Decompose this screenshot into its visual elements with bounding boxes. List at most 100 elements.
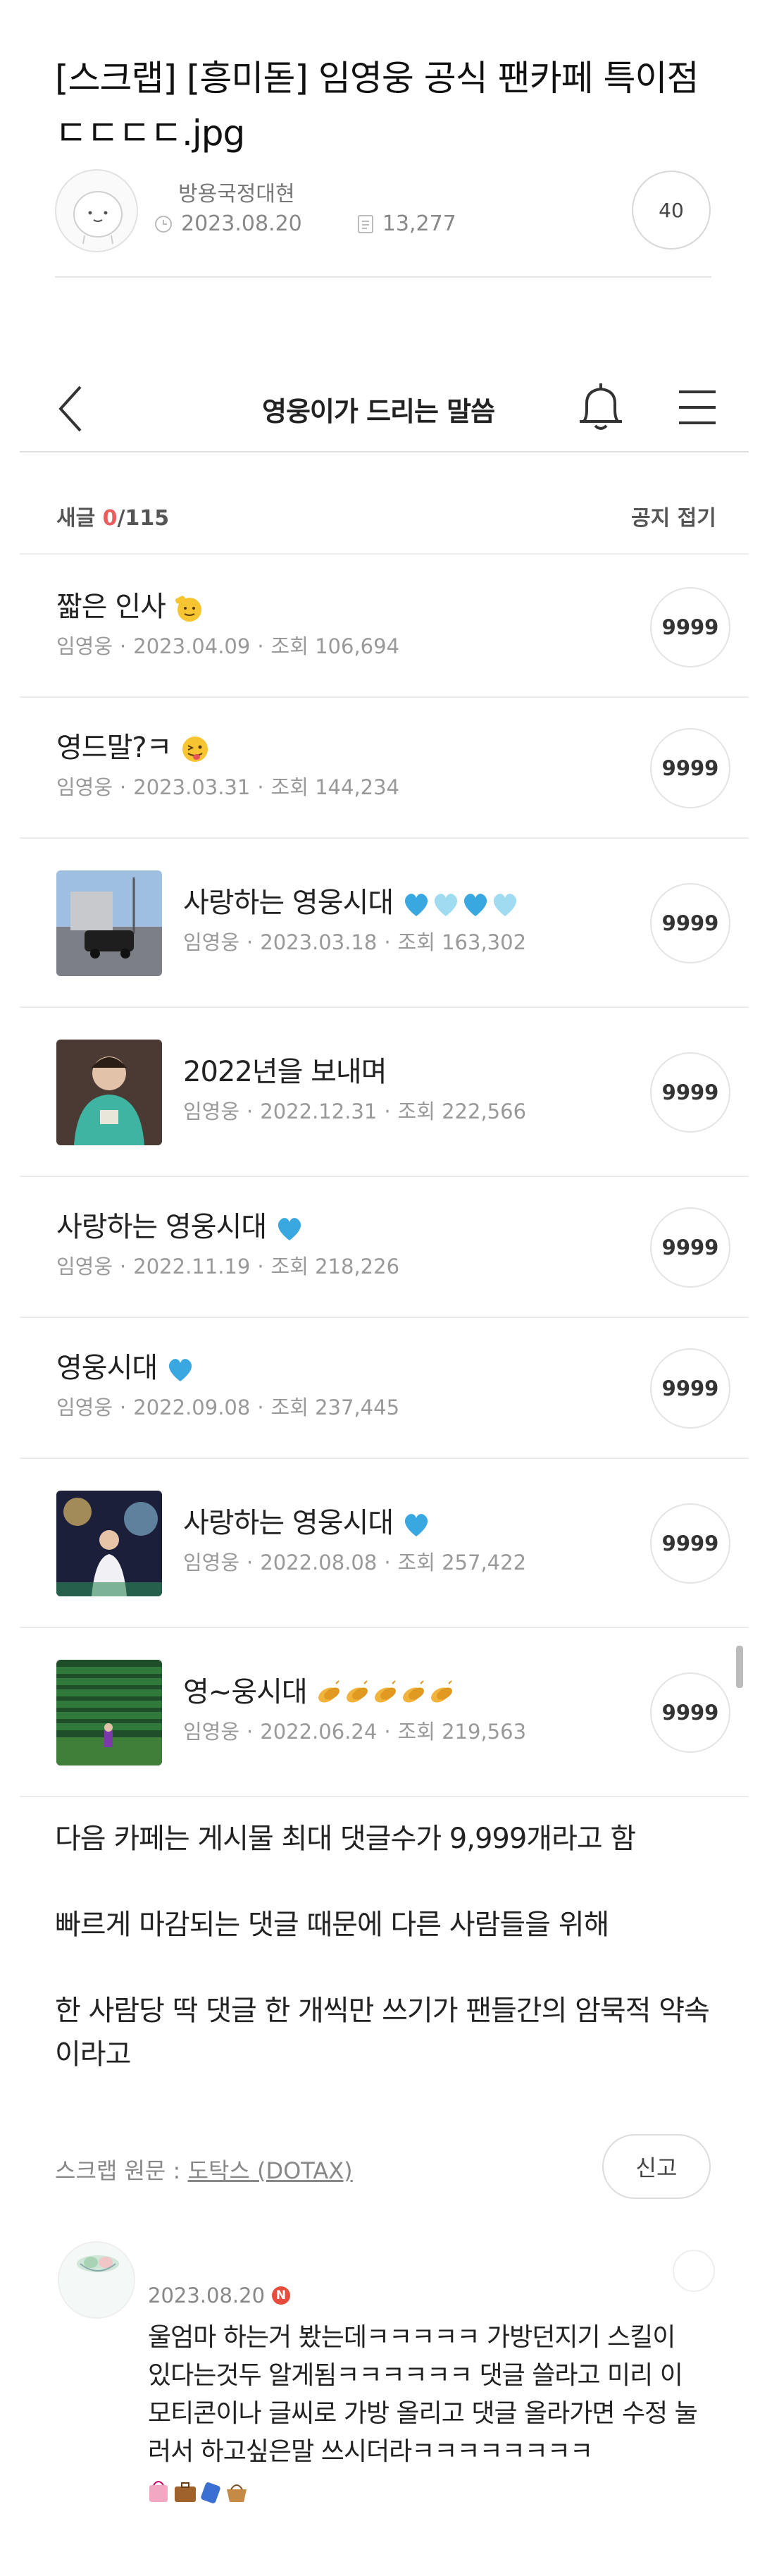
meta-separator: · — [384, 1720, 391, 1744]
comment-count-badge: 9999 — [650, 1207, 730, 1288]
post-meta: 임영웅 · 2023.04.09 · 조회 106,694 — [56, 630, 399, 660]
scrap-source-label: 스크랩 원문 : — [55, 2157, 188, 2184]
post-meta: 임영웅 · 2023.03.18 · 조회 163,302 — [183, 926, 526, 956]
commenter-avatar[interactable] — [58, 2241, 135, 2319]
post-date: 2023.04.09 — [133, 634, 251, 658]
author-avatar[interactable] — [55, 169, 138, 252]
comment-count-badge: 9999 — [650, 883, 730, 963]
post-row[interactable]: 영드말?ㅋ 임영웅 · 2023.03.31 · 조회 144,234 9999 — [20, 698, 749, 839]
comment-date: 2023.08.20 — [148, 2284, 266, 2307]
post-author: 임영웅 — [183, 1551, 240, 1574]
thumbnail-image — [56, 1040, 162, 1145]
post-meta: 2023.08.20 13,277 — [153, 211, 456, 236]
post-thumbnail — [56, 1491, 162, 1596]
post-meta: 임영웅 · 2022.06.24 · 조회 219,563 — [183, 1715, 526, 1745]
post-title: 2022년을 보내며 — [183, 1049, 387, 1090]
post-meta: 임영웅 · 2022.12.31 · 조회 222,566 — [183, 1095, 526, 1125]
post-title: 짧은 인사 — [56, 584, 205, 624]
post-date: 2022.11.19 — [133, 1255, 251, 1278]
post-views: 조회 163,302 — [397, 930, 527, 954]
scrap-source-link[interactable]: 도탁스 (DOTAX) — [188, 2157, 353, 2184]
comment-count-button[interactable]: 40 — [632, 171, 711, 249]
post-title: 사랑하는 영웅시대 — [183, 880, 520, 920]
salute-emoji-icon — [175, 596, 201, 622]
meta-separator: · — [384, 930, 391, 954]
post-meta: 임영웅 · 2022.11.19 · 조회 218,226 — [56, 1250, 399, 1280]
blue-heart-icon — [278, 1218, 301, 1240]
meta-separator: · — [257, 634, 264, 658]
meta-separator: · — [120, 1255, 127, 1278]
clapping-hands-icon — [318, 1680, 340, 1703]
new-post-label: 새글 — [56, 506, 96, 531]
subheader-divider — [20, 553, 749, 555]
meta-separator: · — [257, 1395, 264, 1419]
post-row[interactable]: 짧은 인사 임영웅 · 2023.04.09 · 조회 106,694 9999 — [20, 557, 749, 698]
report-button[interactable]: 신고 — [602, 2134, 711, 2199]
meta-separator: · — [384, 1099, 391, 1123]
author-name[interactable]: 방용국정대현 — [178, 176, 295, 207]
meta-separator: · — [120, 775, 127, 799]
post-row[interactable]: 2022년을 보내며 임영웅 · 2022.12.31 · 조회 222,566 9999 — [20, 1008, 749, 1177]
comment-count-badge: 9999 — [650, 587, 730, 667]
shopping-bag-icon — [149, 2481, 168, 2502]
meta-separator: · — [257, 1255, 264, 1278]
post-meta: 임영웅 · 2023.03.31 · 조회 144,234 — [56, 771, 399, 801]
post-meta: 임영웅 · 2022.08.08 · 조회 257,422 — [183, 1546, 526, 1576]
post-title: 영~웅시대 — [183, 1669, 456, 1710]
notice-fold-label: 공지 접기 — [631, 506, 716, 531]
post-row[interactable]: 사랑하는 영웅시대 임영웅 · 2023.03.18 · 조회 163,302 9999 — [20, 839, 749, 1008]
blue-heart-icon — [404, 894, 428, 916]
post-author: 임영웅 — [183, 1720, 240, 1744]
post-date: 2022.09.08 — [133, 1395, 251, 1419]
comment-count-badge: 9999 — [650, 728, 730, 808]
post-title: 영웅시대 — [56, 1345, 195, 1386]
comment-meta: 2023.08.20 N — [148, 2284, 291, 2307]
meta-separator: · — [247, 1099, 254, 1123]
meta-separator: · — [384, 1551, 391, 1574]
post-row[interactable]: 영~웅시대 임영웅 · 2022.06.24 · 조회 219,563 9999 — [20, 1628, 749, 1797]
post-title-text: 사랑하는 영웅시대 — [56, 1211, 267, 1243]
bell-icon — [574, 381, 628, 440]
meta-separator: · — [247, 1720, 254, 1744]
post-title-text: 사랑하는 영웅시대 — [183, 1507, 394, 1539]
scrap-source: 스크랩 원문 : 도탁스 (DOTAX) — [55, 2153, 353, 2186]
post-title-text: 2022년을 보내며 — [183, 1056, 387, 1088]
thumbnail-image — [56, 1660, 162, 1765]
post-views: 조회 257,422 — [397, 1551, 527, 1574]
menu-icon — [676, 386, 718, 431]
body-paragraph-2: 빠르게 마감되는 댓글 때문에 다른 사람들을 위해 — [55, 1909, 609, 1941]
post-views: 13,277 — [382, 211, 456, 236]
post-author: 임영웅 — [183, 930, 240, 954]
post-row[interactable]: 사랑하는 영웅시대 임영웅 · 2022.11.19 · 조회 218,226 9999 — [20, 1177, 749, 1318]
header-divider — [55, 276, 711, 278]
thumbnail-image — [56, 1491, 162, 1596]
scrollbar-thumb — [736, 1646, 743, 1688]
post-views: 조회 222,566 — [397, 1099, 527, 1123]
post-views: 조회 219,563 — [397, 1720, 527, 1744]
post-views: 조회 218,226 — [270, 1255, 400, 1278]
blue-heart-icon — [404, 1514, 428, 1536]
clapping-hands-icon — [375, 1680, 397, 1703]
winking-tongue-emoji-icon — [182, 737, 208, 762]
clapping-hands-icon — [347, 1680, 368, 1703]
avatar-character-icon — [59, 2243, 134, 2317]
briefcase-icon — [175, 2482, 196, 2502]
post-thumbnail — [56, 870, 162, 976]
post-author: 임영웅 — [56, 775, 113, 799]
comment-body: 울엄마 하는거 봤는데ㅋㅋㅋㅋㅋ 가방던지기 스킬이 있다는것두 알게됨ㅋㅋㅋㅋ… — [148, 2323, 698, 2466]
post-title-text: 영드말?ㅋ — [56, 732, 172, 764]
bag-emoji-icons — [148, 2475, 254, 2504]
post-title-text: 짧은 인사 — [56, 591, 166, 623]
post-row[interactable]: 영웅시대 임영웅 · 2022.09.08 · 조회 237,445 9999 — [20, 1318, 749, 1459]
post-date: 2023.08.20 — [181, 211, 302, 236]
post-row[interactable]: 사랑하는 영웅시대 임영웅 · 2022.08.08 · 조회 257,422 9999 — [20, 1459, 749, 1628]
thumbnail-image — [56, 870, 162, 976]
post-views: 조회 106,694 — [270, 634, 400, 658]
comment-count-badge: 9999 — [650, 1503, 730, 1584]
post-title-text: 영웅시대 — [56, 1352, 158, 1384]
comment-more-button[interactable] — [673, 2250, 715, 2292]
body-paragraph-3: 한 사람당 딱 댓글 한 개씩만 쓰기가 팬들간의 암묵적 약속이라고 — [55, 1995, 710, 2071]
post-title: 사랑하는 영웅시대 — [56, 1204, 304, 1245]
post-date: 2022.06.24 — [260, 1720, 378, 1744]
blue-heart-icon — [463, 894, 487, 916]
